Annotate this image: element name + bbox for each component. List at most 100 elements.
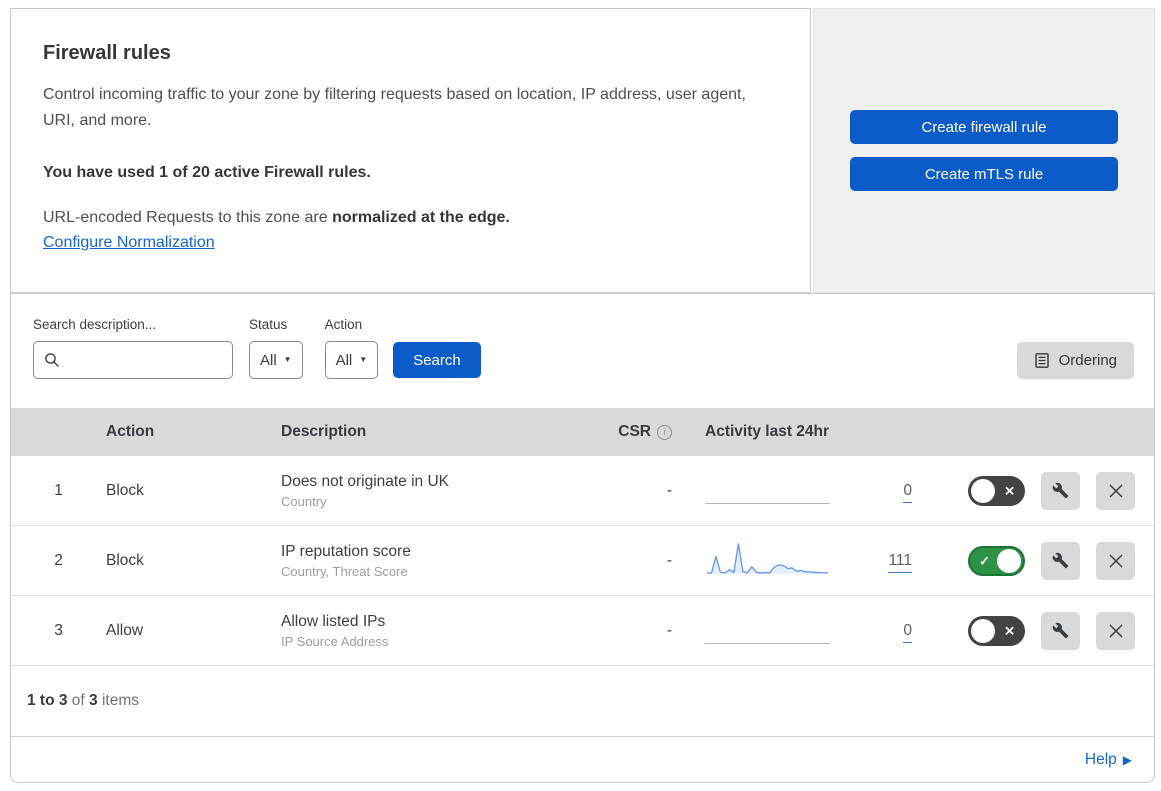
help-link[interactable]: Help ▶ xyxy=(1085,751,1132,769)
info-icon[interactable]: i xyxy=(657,424,672,440)
table-row: 1 Block Does not originate in UK Country… xyxy=(11,456,1154,526)
header-activity: Activity last 24hr xyxy=(705,423,830,440)
header-csr: CSR i xyxy=(611,423,672,441)
items-range: 1 to 3 xyxy=(27,692,68,709)
rule-priority: 3 xyxy=(54,621,63,639)
usage-summary: You have used 1 of 20 active Firewall ru… xyxy=(43,164,371,181)
action-select-value: All xyxy=(335,351,353,369)
rule-description-cell: IP reputation score Country, Threat Scor… xyxy=(281,543,611,579)
actions-panel: Create firewall rule Create mTLS rule xyxy=(813,8,1155,293)
delete-rule-button[interactable] xyxy=(1096,541,1135,580)
filter-bar: Search description... Status All ▼ Actio… xyxy=(11,294,1154,408)
edit-rule-button[interactable] xyxy=(1041,611,1080,650)
enable-toggle[interactable]: ✕ xyxy=(968,615,1025,646)
activity-count-wrap: 0 xyxy=(830,481,912,503)
table-header: Action Description CSR i Activity last 2… xyxy=(11,408,1154,456)
ordering-button[interactable]: Ordering xyxy=(1016,342,1134,379)
close-icon xyxy=(1108,483,1123,498)
items-of-text: of xyxy=(67,692,90,709)
configure-normalization-link[interactable]: Configure Normalization xyxy=(43,234,215,252)
create-firewall-rule-button[interactable]: Create firewall rule xyxy=(850,110,1118,144)
rule-criteria: Country, Threat Score xyxy=(281,563,408,579)
toggle-knob xyxy=(997,548,1021,573)
chevron-down-icon: ▼ xyxy=(359,355,368,364)
flatline xyxy=(705,502,830,504)
top-section: Firewall rules Control incoming traffic … xyxy=(10,8,1155,293)
search-input[interactable] xyxy=(68,352,222,368)
rule-action: Block xyxy=(106,481,144,499)
rule-controls: ✕ xyxy=(912,611,1154,650)
header-csr-label: CSR xyxy=(618,423,651,440)
rule-priority: 1 xyxy=(54,481,63,499)
intro-card: Firewall rules Control incoming traffic … xyxy=(10,8,811,293)
status-select[interactable]: All ▼ xyxy=(249,341,303,379)
header-description: Description xyxy=(281,423,367,440)
rule-description: Does not originate in UK xyxy=(281,472,450,490)
header-action: Action xyxy=(106,423,155,440)
close-icon xyxy=(1108,553,1123,568)
table-row: 3 Allow Allow listed IPs IP Source Addre… xyxy=(11,596,1154,666)
rule-activity-cell: 0 xyxy=(672,609,912,653)
toggle-state-icon: ✕ xyxy=(1004,483,1015,498)
close-icon xyxy=(1108,623,1123,638)
toggle-knob xyxy=(971,478,995,503)
activity-count-wrap: 111 xyxy=(830,551,912,573)
search-field-group: Search description... xyxy=(33,317,233,379)
rule-controls: ✕ xyxy=(912,471,1154,510)
help-link-label: Help xyxy=(1084,750,1117,768)
pagination-summary: 1 to 3 of 3 items xyxy=(11,666,1154,736)
edit-rule-button[interactable] xyxy=(1041,541,1080,580)
activity-sparkline xyxy=(705,469,830,513)
table-row: 2 Block IP reputation score Country, Thr… xyxy=(11,526,1154,596)
rule-csr: - xyxy=(666,551,672,569)
rule-activity-cell: 111 xyxy=(672,539,912,583)
rule-controls: ✓ xyxy=(912,541,1154,580)
create-mtls-rule-button[interactable]: Create mTLS rule xyxy=(850,157,1118,191)
rule-activity-cell: 0 xyxy=(672,469,912,513)
rule-description-cell: Allow listed IPs IP Source Address xyxy=(281,613,611,649)
help-footer: Help ▶ xyxy=(11,736,1154,782)
toggle-state-icon: ✕ xyxy=(1004,623,1015,638)
status-label: Status xyxy=(249,317,288,332)
chevron-down-icon: ▼ xyxy=(283,355,292,364)
action-filter-group: Action All ▼ xyxy=(324,317,379,379)
ordering-list-icon xyxy=(1034,353,1049,368)
status-select-value: All xyxy=(260,351,277,369)
activity-count-link[interactable]: 0 xyxy=(903,481,912,503)
delete-rule-button[interactable] xyxy=(1096,471,1135,510)
rules-list-panel: Search description... Status All ▼ Actio… xyxy=(10,293,1155,783)
activity-count-link[interactable]: 0 xyxy=(903,621,912,643)
page-title: Firewall rules xyxy=(43,42,171,64)
search-button[interactable]: Search xyxy=(393,342,481,378)
search-input-wrap xyxy=(33,341,233,379)
normalization-note: URL-encoded Requests to this zone are no… xyxy=(43,209,774,227)
activity-count-wrap: 0 xyxy=(830,621,912,643)
activity-sparkline xyxy=(705,609,830,653)
delete-rule-button[interactable] xyxy=(1096,611,1135,650)
items-total: 3 xyxy=(89,692,98,709)
wrench-icon xyxy=(1052,552,1069,569)
enable-toggle[interactable]: ✕ xyxy=(968,475,1025,506)
action-select[interactable]: All ▼ xyxy=(324,341,379,379)
status-filter-group: Status All ▼ xyxy=(249,317,303,379)
normalization-note-bold: normalized at the edge. xyxy=(332,209,510,226)
arrow-right-icon: ▶ xyxy=(1122,752,1132,767)
activity-sparkline xyxy=(705,539,830,583)
toggle-state-icon: ✓ xyxy=(979,553,990,568)
edit-rule-button[interactable] xyxy=(1041,471,1080,510)
search-icon xyxy=(45,353,59,367)
toggle-knob xyxy=(971,618,995,643)
firewall-rules-page: Firewall rules Control incoming traffic … xyxy=(10,8,1155,783)
action-label: Action xyxy=(324,317,363,332)
search-label: Search description... xyxy=(33,317,157,332)
rule-action: Block xyxy=(106,551,144,569)
enable-toggle[interactable]: ✓ xyxy=(968,545,1025,576)
wrench-icon xyxy=(1052,482,1069,499)
wrench-icon xyxy=(1052,622,1069,639)
activity-count-link[interactable]: 111 xyxy=(888,551,912,573)
page-description: Control incoming traffic to your zone by… xyxy=(43,86,746,129)
rule-criteria: Country xyxy=(281,493,327,509)
rule-action: Allow xyxy=(106,621,144,639)
items-label: items xyxy=(97,692,139,709)
rule-csr: - xyxy=(666,481,672,499)
